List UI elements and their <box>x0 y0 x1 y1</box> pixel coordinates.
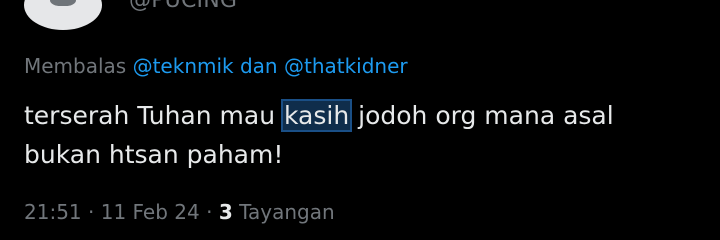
tweet-text-selection[interactable]: kasih <box>281 99 353 132</box>
views-label: Tayangan <box>239 200 335 224</box>
reply-mention-teknmik[interactable]: @teknmik <box>133 54 234 78</box>
reply-context: Membalas @teknmik dan @thatkidner <box>24 52 408 80</box>
avatar[interactable] <box>24 0 102 30</box>
reply-conjunction: dan <box>239 54 278 78</box>
separator-dot: · <box>88 200 95 224</box>
tweet-text: terserah Tuhan mau kasih jodoh org mana … <box>24 96 696 174</box>
tweet-text-start: terserah Tuhan mau <box>24 101 276 130</box>
tweet-text-end: bukan htsan paham! <box>24 140 284 169</box>
reply-mention-thatkidner[interactable]: @thatkidner <box>284 54 408 78</box>
separator-dot: · <box>206 200 213 224</box>
tweet-date[interactable]: 11 Feb 24 <box>101 200 200 224</box>
views-count: 3 <box>218 200 233 224</box>
avatar-figure <box>50 0 76 6</box>
reply-prefix: Membalas <box>24 54 127 78</box>
user-handle[interactable]: @PUCING <box>129 0 237 15</box>
tweet-meta: 21:51 · 11 Feb 24 · 3 Tayangan <box>24 198 335 226</box>
tweet-text-middle: jodoh org mana asal <box>358 101 614 130</box>
tweet-time[interactable]: 21:51 <box>24 200 82 224</box>
